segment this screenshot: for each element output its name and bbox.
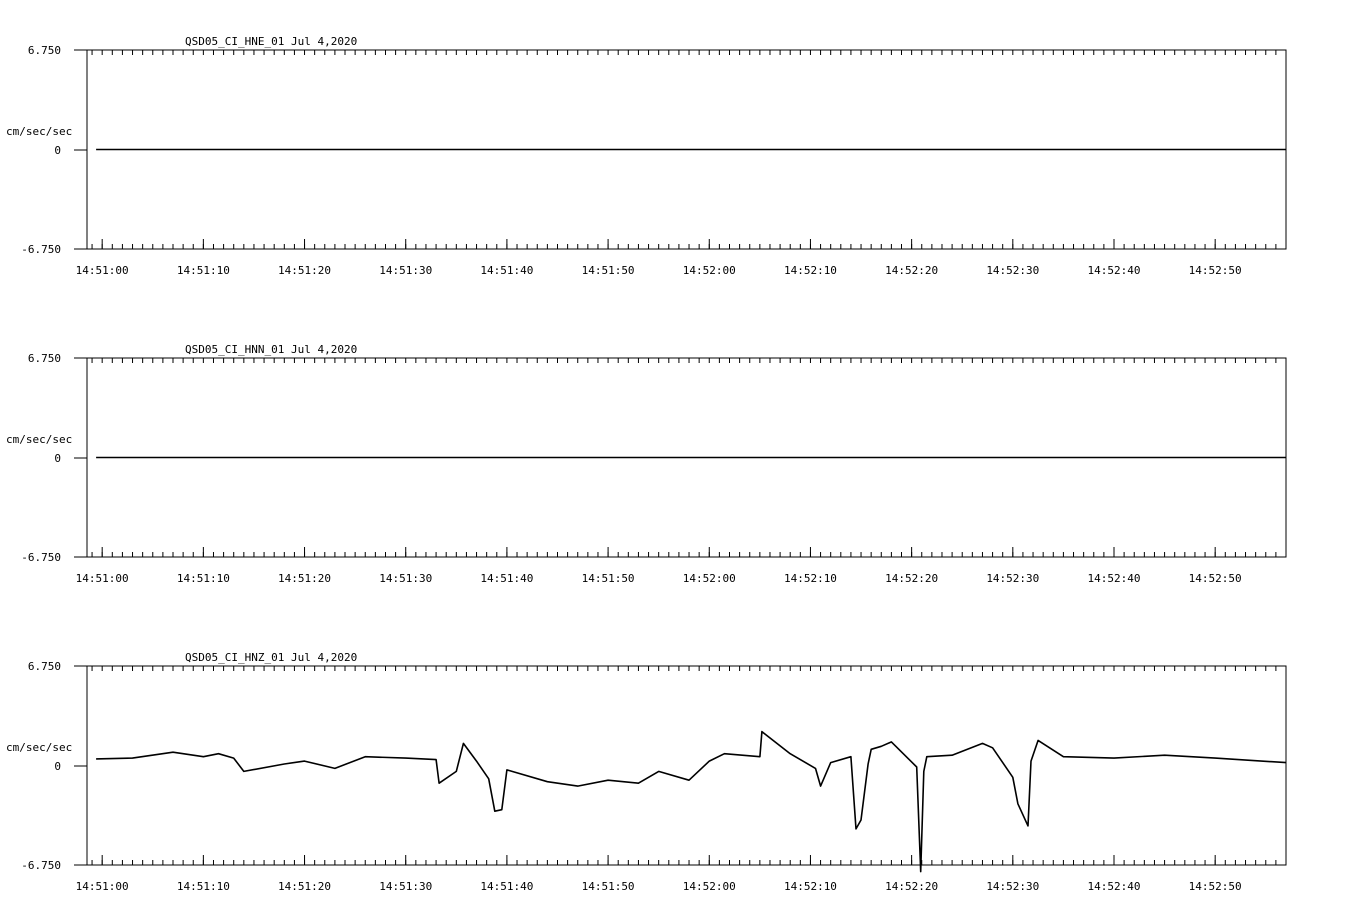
trace-line xyxy=(96,730,1287,873)
y-tick-label: 6.750 xyxy=(28,352,61,365)
x-tick-label: 14:52:00 xyxy=(683,264,736,277)
x-tick-label: 14:51:40 xyxy=(480,264,533,277)
x-tick-label: 14:52:20 xyxy=(885,880,938,893)
x-tick-label: 14:52:20 xyxy=(885,572,938,585)
x-tick-label: 14:51:40 xyxy=(480,572,533,585)
x-tick-label: 14:52:50 xyxy=(1189,572,1242,585)
x-tick-label: 14:52:00 xyxy=(683,880,736,893)
x-tick-label: 14:51:00 xyxy=(76,880,129,893)
panel-title: QSD05_CI_HNE_01 Jul 4,2020 xyxy=(185,35,357,48)
x-tick-label: 14:52:10 xyxy=(784,880,837,893)
x-tick-label: 14:52:30 xyxy=(986,264,1039,277)
x-tick-label: 14:51:20 xyxy=(278,880,331,893)
y-tick-label: 6.750 xyxy=(28,44,61,57)
x-tick-label: 14:51:20 xyxy=(278,572,331,585)
seismogram-figure: QSD05_CI_HNE_01 Jul 4,2020 cm/sec/sec 6.75… xyxy=(6,35,1287,893)
x-tick-label: 14:51:50 xyxy=(582,572,635,585)
y-tick-label: -6.750 xyxy=(21,243,61,256)
x-tick-label: 14:52:20 xyxy=(885,264,938,277)
y-tick-label: 0 xyxy=(54,144,61,157)
y-tick-label: -6.750 xyxy=(21,859,61,872)
panel-2: QSD05_CI_HNN_01 Jul 4,2020 cm/sec/sec 6.75… xyxy=(6,343,1287,585)
x-tick-label: 14:52:50 xyxy=(1189,880,1242,893)
x-tick-label: 14:51:30 xyxy=(379,264,432,277)
x-tick-label: 14:52:40 xyxy=(1087,572,1140,585)
y-axis-label: cm/sec/sec xyxy=(6,433,72,446)
x-tick-label: 14:52:00 xyxy=(683,572,736,585)
y-axis-label: cm/sec/sec xyxy=(6,125,72,138)
x-tick-label: 14:51:30 xyxy=(379,572,432,585)
x-tick-label: 14:51:10 xyxy=(177,572,230,585)
x-tick-label: 14:52:50 xyxy=(1189,264,1242,277)
x-tick-label: 14:51:00 xyxy=(76,264,129,277)
x-tick-label: 14:52:30 xyxy=(986,572,1039,585)
panel-1: QSD05_CI_HNE_01 Jul 4,2020 cm/sec/sec 6.75… xyxy=(6,35,1287,277)
x-tick-label: 14:52:40 xyxy=(1087,264,1140,277)
y-axis-label: cm/sec/sec xyxy=(6,741,72,754)
x-tick-label: 14:52:10 xyxy=(784,572,837,585)
x-tick-label: 14:51:10 xyxy=(177,264,230,277)
y-tick-label: 6.750 xyxy=(28,660,61,673)
x-tick-label: 14:51:50 xyxy=(582,880,635,893)
x-tick-label: 14:51:10 xyxy=(177,880,230,893)
x-tick-label: 14:52:30 xyxy=(986,880,1039,893)
plot-frame xyxy=(86,665,1287,866)
panel-3: QSD05_CI_HNZ_01 Jul 4,2020 cm/sec/sec 6.75… xyxy=(6,651,1287,893)
x-tick-label: 14:51:50 xyxy=(582,264,635,277)
y-tick-label: -6.750 xyxy=(21,551,61,564)
x-tick-label: 14:52:40 xyxy=(1087,880,1140,893)
y-tick-label: 0 xyxy=(54,452,61,465)
x-tick-label: 14:51:20 xyxy=(278,264,331,277)
panel-title: QSD05_CI_HNN_01 Jul 4,2020 xyxy=(185,343,357,356)
x-tick-label: 14:51:40 xyxy=(480,880,533,893)
x-tick-label: 14:52:10 xyxy=(784,264,837,277)
panel-title: QSD05_CI_HNZ_01 Jul 4,2020 xyxy=(185,651,357,664)
x-tick-label: 14:51:00 xyxy=(76,572,129,585)
x-tick-label: 14:51:30 xyxy=(379,880,432,893)
y-tick-label: 0 xyxy=(54,760,61,773)
